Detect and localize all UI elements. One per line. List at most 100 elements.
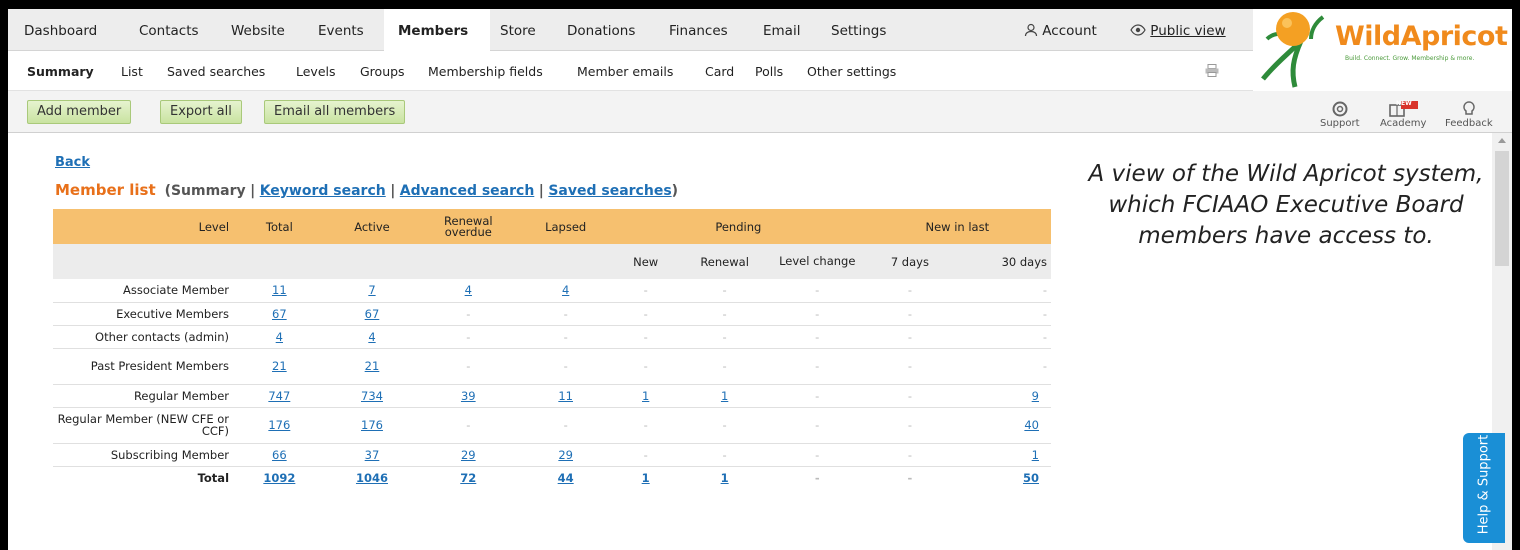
support-button[interactable]: Support	[1320, 101, 1360, 129]
caption-text: A view of the Wild Apricot system, which…	[1088, 161, 1484, 249]
count-link[interactable]: 21	[264, 359, 295, 373]
nav-store[interactable]: Store	[500, 23, 536, 39]
back-link[interactable]: Back	[55, 155, 90, 170]
count-link[interactable]: 176	[353, 418, 391, 432]
count-link[interactable]: 4	[457, 283, 480, 297]
cell-lapsed: 4	[518, 279, 614, 303]
count-link[interactable]: 4	[268, 330, 291, 344]
nav-finances[interactable]: Finances	[669, 23, 728, 39]
count-link[interactable]: 4	[360, 330, 383, 344]
count-link[interactable]: 1	[713, 389, 736, 403]
cell-p_level: -	[770, 384, 864, 408]
count-link[interactable]: 4	[554, 283, 577, 297]
header-level: Level	[53, 209, 234, 244]
empty-value: -	[907, 418, 912, 432]
count-link[interactable]: 11	[264, 283, 295, 297]
nav-donations[interactable]: Donations	[567, 23, 635, 39]
count-link[interactable]: 67	[264, 307, 295, 321]
scrollbar-thumb[interactable]	[1495, 151, 1509, 266]
empty-value: -	[466, 359, 471, 373]
feedback-button[interactable]: Feedback	[1445, 101, 1493, 129]
cell-p_level: -	[770, 407, 864, 444]
empty-value: -	[563, 359, 568, 373]
empty-value: -	[643, 418, 648, 432]
count-link[interactable]: 1	[713, 471, 737, 485]
count-link[interactable]: 66	[264, 448, 295, 462]
cell-p_level: -	[770, 443, 864, 467]
public-view-link[interactable]: Public view	[1130, 23, 1226, 39]
count-link[interactable]: 50	[1015, 471, 1047, 485]
new-badge: NEW	[1396, 100, 1412, 107]
cell-overdue: 39	[418, 384, 519, 408]
empty-value: -	[643, 447, 648, 462]
keyword-search-link[interactable]: Keyword search	[260, 183, 386, 199]
empty-value: -	[907, 470, 913, 485]
subnav-other-settings[interactable]: Other settings	[807, 64, 896, 79]
email-all-members-button[interactable]: Email all members	[264, 100, 406, 124]
empty-value: -	[563, 306, 568, 321]
print-icon[interactable]	[1205, 64, 1219, 77]
header-lapsed: Lapsed	[518, 209, 614, 244]
nav-email[interactable]: Email	[763, 23, 800, 39]
count-link[interactable]: 29	[453, 448, 484, 462]
advanced-search-link[interactable]: Advanced search	[400, 183, 535, 199]
count-link[interactable]: 1	[634, 471, 658, 485]
count-link[interactable]: 37	[357, 448, 388, 462]
saved-searches-link[interactable]: Saved searches	[548, 183, 671, 199]
subnav-member-emails[interactable]: Member emails	[577, 64, 673, 79]
cell-overdue: -	[418, 348, 519, 385]
scroll-up-icon[interactable]	[1498, 137, 1506, 143]
cell-overdue: -	[418, 325, 519, 349]
account-link[interactable]: Account	[1024, 23, 1097, 39]
empty-value: -	[563, 418, 568, 432]
count-link[interactable]: 1046	[348, 471, 396, 485]
count-link[interactable]: 44	[550, 471, 582, 485]
help-support-tab[interactable]: Help & Support	[1463, 433, 1505, 543]
subnav-groups[interactable]: Groups	[360, 64, 405, 79]
subnav-saved-searches[interactable]: Saved searches	[167, 64, 265, 79]
cell-d30: -	[956, 279, 1051, 303]
empty-value: -	[815, 283, 820, 298]
subnav-levels[interactable]: Levels	[296, 64, 336, 79]
count-link[interactable]: 39	[453, 389, 484, 403]
count-link[interactable]: 11	[550, 389, 581, 403]
count-link[interactable]: 40	[1016, 418, 1047, 432]
count-link[interactable]: 67	[357, 307, 388, 321]
export-all-button[interactable]: Export all	[160, 100, 242, 124]
academy-button[interactable]: NEW Academy	[1380, 100, 1426, 129]
add-member-button[interactable]: Add member	[27, 100, 132, 124]
subnav-summary[interactable]: Summary	[27, 64, 94, 79]
count-link[interactable]: 747	[260, 389, 298, 403]
cell-lapsed: -	[518, 348, 614, 385]
table-row: Total 1092 1046 72 44 1 1 - - 50	[53, 466, 1051, 489]
empty-value: -	[814, 470, 820, 485]
nav-events[interactable]: Events	[318, 23, 364, 39]
count-link[interactable]: 176	[260, 418, 298, 432]
cell-p_renewal: 1	[678, 384, 771, 408]
nav-dashboard[interactable]: Dashboard	[24, 23, 97, 39]
count-link[interactable]: 21	[357, 359, 388, 373]
count-link[interactable]: 1	[1024, 448, 1047, 462]
count-link[interactable]: 29	[550, 448, 581, 462]
cell-d30: -	[956, 325, 1051, 349]
count-link[interactable]: 72	[452, 471, 484, 485]
count-link[interactable]: 7	[360, 283, 383, 297]
subnav-polls[interactable]: Polls	[755, 64, 783, 79]
nav-website[interactable]: Website	[231, 23, 285, 39]
subnav-list[interactable]: List	[121, 64, 143, 79]
nav-members[interactable]: Members	[384, 9, 490, 51]
count-link[interactable]: 1092	[255, 471, 303, 485]
count-link[interactable]: 1	[634, 389, 657, 403]
cell-lapsed: 29	[518, 443, 614, 467]
subnav-membership-fields[interactable]: Membership fields	[428, 64, 543, 79]
cell-lapsed: 44	[518, 466, 613, 489]
cell-lapsed: -	[518, 325, 614, 349]
subnav-card[interactable]: Card	[705, 64, 734, 79]
count-link[interactable]: 9	[1024, 389, 1047, 403]
nav-contacts[interactable]: Contacts	[139, 23, 199, 39]
cell-d30: 50	[956, 466, 1051, 489]
count-link[interactable]: 734	[353, 389, 391, 403]
table-row: Other contacts (admin) 4 4 - - - - - - -	[53, 325, 1051, 349]
wildapricot-logo[interactable]: WildApricot Build. Connect. Grow. Member…	[1253, 9, 1512, 91]
nav-settings[interactable]: Settings	[831, 23, 886, 39]
